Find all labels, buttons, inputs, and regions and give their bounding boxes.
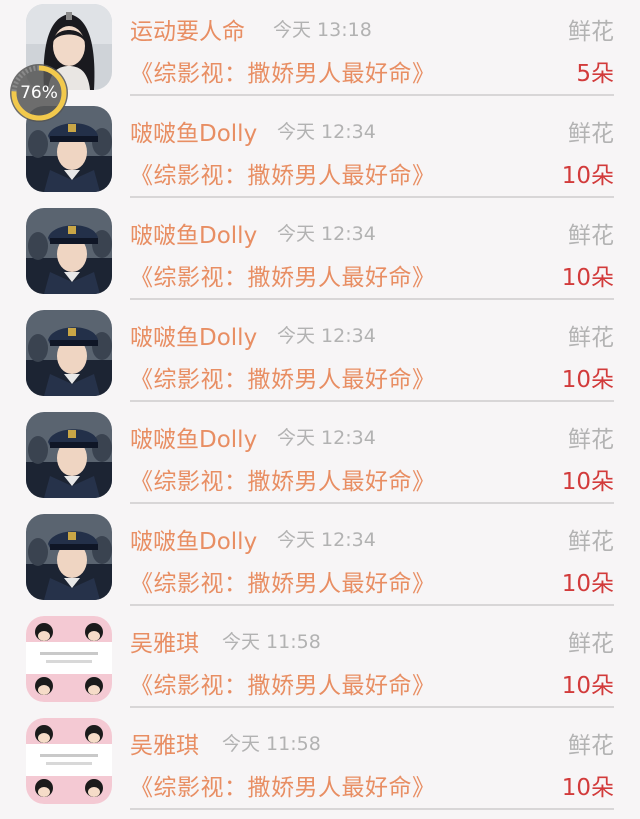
book-title[interactable]: 《综影视：撒娇男人最好命》 bbox=[130, 258, 436, 292]
divider bbox=[130, 94, 614, 96]
list-item[interactable]: 啵啵鱼Dolly 今天 12:34 鲜花 《综影视：撒娇男人最好命》 10朵 bbox=[0, 206, 640, 309]
avatar[interactable] bbox=[26, 208, 112, 294]
book-title[interactable]: 《综影视：撒娇男人最好命》 bbox=[130, 462, 436, 496]
book-title[interactable]: 《综影视：撒娇男人最好命》 bbox=[130, 666, 436, 700]
gift-type: 鲜花 bbox=[568, 733, 614, 759]
avatar[interactable] bbox=[26, 718, 112, 804]
send-time: 今天 12:34 bbox=[277, 427, 376, 449]
uniform-man-avatar-icon bbox=[26, 208, 112, 294]
gift-type: 鲜花 bbox=[568, 121, 614, 147]
sender-name[interactable]: 运动要人命 bbox=[130, 12, 245, 46]
gift-count: 10朵 bbox=[561, 265, 614, 291]
sender-name[interactable]: 啵啵鱼Dolly bbox=[130, 216, 257, 250]
uniform-man-avatar-icon bbox=[26, 514, 112, 600]
list-item[interactable]: 吴雅琪 今天 11:58 鲜花 《综影视：撒娇男人最好命》 10朵 bbox=[0, 614, 640, 717]
list-item[interactable]: 啵啵鱼Dolly 今天 12:34 鲜花 《综影视：撒娇男人最好命》 10朵 bbox=[0, 104, 640, 207]
gift-type: 鲜花 bbox=[568, 529, 614, 555]
divider bbox=[130, 706, 614, 708]
book-title[interactable]: 《综影视：撒娇男人最好命》 bbox=[130, 54, 436, 88]
gift-type: 鲜花 bbox=[568, 325, 614, 351]
divider bbox=[130, 196, 614, 198]
list-item[interactable]: 啵啵鱼Dolly 今天 12:34 鲜花 《综影视：撒娇男人最好命》 10朵 bbox=[0, 308, 640, 411]
progress-label: 76% bbox=[20, 83, 58, 103]
list-item[interactable]: 吴雅琪 今天 11:58 鲜花 《综影视：撒娇男人最好命》 10朵 bbox=[0, 716, 640, 819]
divider bbox=[130, 298, 614, 300]
sender-name[interactable]: 啵啵鱼Dolly bbox=[130, 318, 257, 352]
sender-name[interactable]: 啵啵鱼Dolly bbox=[130, 114, 257, 148]
book-title[interactable]: 《综影视：撒娇男人最好命》 bbox=[130, 768, 436, 802]
cartoon-girls-avatar-icon bbox=[26, 718, 112, 804]
send-time: 今天 12:34 bbox=[277, 223, 376, 245]
avatar[interactable] bbox=[26, 412, 112, 498]
divider bbox=[130, 604, 614, 606]
send-time: 今天 12:34 bbox=[277, 121, 376, 143]
gift-type: 鲜花 bbox=[568, 631, 614, 657]
book-title[interactable]: 《综影视：撒娇男人最好命》 bbox=[130, 360, 436, 394]
gift-count: 10朵 bbox=[561, 367, 614, 393]
send-time: 今天 13:18 bbox=[273, 19, 372, 41]
gift-count: 10朵 bbox=[561, 571, 614, 597]
send-time: 今天 11:58 bbox=[222, 733, 321, 755]
divider bbox=[130, 400, 614, 402]
book-title[interactable]: 《综影视：撒娇男人最好命》 bbox=[130, 156, 436, 190]
progress-indicator[interactable]: 76% bbox=[8, 62, 70, 124]
gift-count: 10朵 bbox=[561, 163, 614, 189]
avatar[interactable] bbox=[26, 616, 112, 702]
book-title[interactable]: 《综影视：撒娇男人最好命》 bbox=[130, 564, 436, 598]
gift-count: 5朵 bbox=[576, 61, 614, 87]
sender-name[interactable]: 吴雅琪 bbox=[130, 624, 199, 658]
send-time: 今天 12:34 bbox=[277, 325, 376, 347]
send-time: 今天 11:58 bbox=[222, 631, 321, 653]
list-item[interactable]: 运动要人命 今天 13:18 鲜花 《综影视：撒娇男人最好命》 5朵 bbox=[0, 2, 640, 105]
gift-count: 10朵 bbox=[561, 775, 614, 801]
divider bbox=[130, 808, 614, 810]
avatar[interactable] bbox=[26, 310, 112, 396]
gift-count: 10朵 bbox=[561, 673, 614, 699]
sender-name[interactable]: 吴雅琪 bbox=[130, 726, 199, 760]
uniform-man-avatar-icon bbox=[26, 310, 112, 396]
gift-type: 鲜花 bbox=[568, 223, 614, 249]
gift-type: 鲜花 bbox=[568, 19, 614, 45]
uniform-man-avatar-icon bbox=[26, 412, 112, 498]
divider bbox=[130, 502, 614, 504]
avatar[interactable] bbox=[26, 514, 112, 600]
list-item[interactable]: 啵啵鱼Dolly 今天 12:34 鲜花 《综影视：撒娇男人最好命》 10朵 bbox=[0, 410, 640, 513]
gift-type: 鲜花 bbox=[568, 427, 614, 453]
cartoon-girls-avatar-icon bbox=[26, 616, 112, 702]
send-time: 今天 12:34 bbox=[277, 529, 376, 551]
list-item[interactable]: 啵啵鱼Dolly 今天 12:34 鲜花 《综影视：撒娇男人最好命》 10朵 bbox=[0, 512, 640, 615]
sender-name[interactable]: 啵啵鱼Dolly bbox=[130, 420, 257, 454]
gift-count: 10朵 bbox=[561, 469, 614, 495]
sender-name[interactable]: 啵啵鱼Dolly bbox=[130, 522, 257, 556]
